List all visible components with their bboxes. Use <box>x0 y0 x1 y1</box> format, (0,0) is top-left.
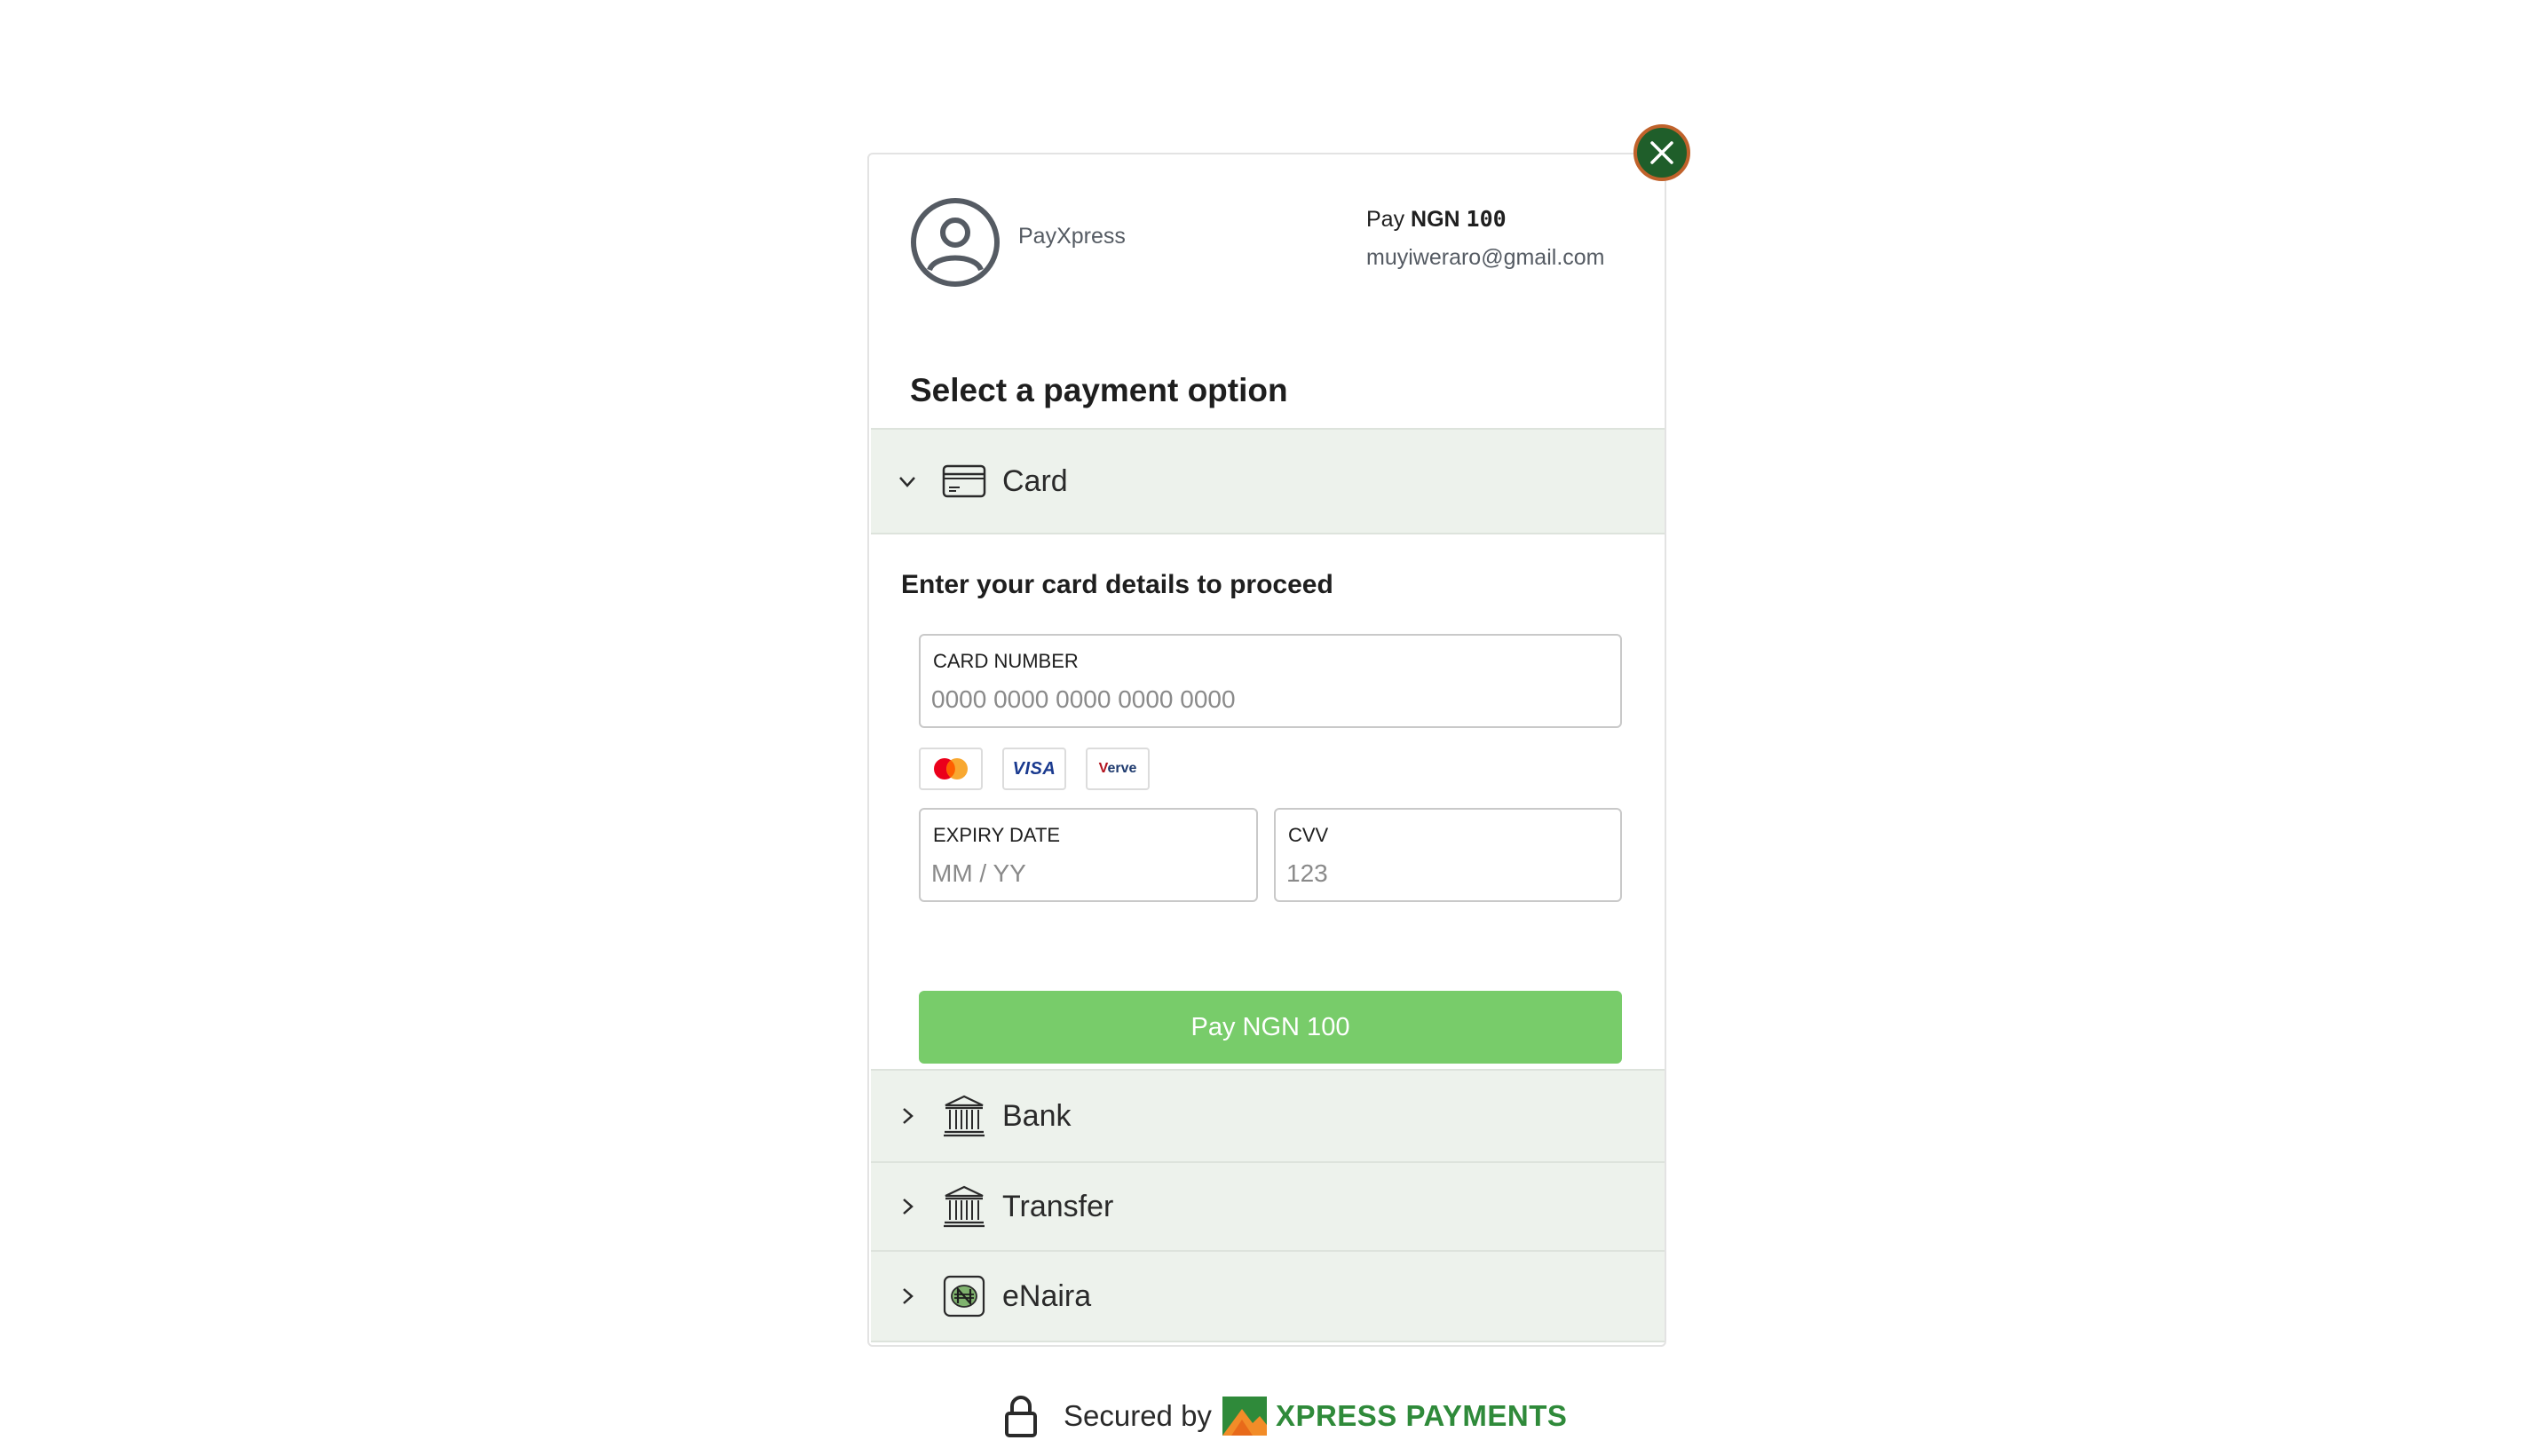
lock-icon <box>1005 1396 1037 1437</box>
card-number-label: CARD NUMBER <box>933 650 1079 672</box>
verve-v: V <box>1098 761 1108 776</box>
cvv-field[interactable]: CVV <box>1274 808 1622 902</box>
xpress-payments-brand: XPRESS PAYMENTS <box>1275 1399 1568 1432</box>
visa-text: VISA <box>1012 758 1056 779</box>
option-card-label: Card <box>1002 463 1068 498</box>
pay-amount: Pay NGN 100 <box>1366 206 1507 233</box>
option-enaira[interactable]: eNaira <box>871 1250 1665 1342</box>
chevron-right-icon <box>903 1108 914 1124</box>
cvv-label: CVV <box>1288 824 1329 846</box>
card-number-input[interactable] <box>931 685 1610 714</box>
expiry-date-input[interactable] <box>931 859 1246 888</box>
secured-by-footer: Secured by XPRESS PAYMENTS <box>1003 1389 1567 1443</box>
option-enaira-label: eNaira <box>1002 1278 1092 1313</box>
card-form: Enter your card details to proceed CARD … <box>871 534 1665 1069</box>
close-button[interactable] <box>1633 124 1690 181</box>
modal-header: PayXpress Pay NGN 100 muyiweraro@gmail.c… <box>869 154 1665 350</box>
mastercard-icon <box>934 758 968 779</box>
checkout-page: PayXpress Pay NGN 100 muyiweraro@gmail.c… <box>0 0 2539 1456</box>
pay-amount-value: 100 <box>1466 206 1507 232</box>
pay-button[interactable]: Pay NGN 100 <box>919 991 1622 1064</box>
expiry-date-label: EXPIRY DATE <box>933 824 1061 846</box>
pay-currency: NGN <box>1411 207 1467 232</box>
verve-logo: Verve <box>1086 748 1150 790</box>
chevron-right-icon <box>903 1199 914 1215</box>
verve-rest: erve <box>1107 761 1137 776</box>
visa-logo: VISA <box>1002 748 1066 790</box>
verve-text: Verve <box>1099 761 1137 777</box>
bank-icon <box>944 1185 985 1228</box>
option-card[interactable]: Card <box>871 428 1665 534</box>
xpress-payments-logo-icon <box>1222 1397 1267 1436</box>
option-bank[interactable]: Bank <box>871 1069 1665 1163</box>
card-number-field[interactable]: CARD NUMBER <box>919 634 1622 728</box>
chevron-down-icon <box>899 477 915 487</box>
mastercard-logo <box>919 748 983 790</box>
close-icon <box>1650 141 1673 164</box>
card-form-title: Enter your card details to proceed <box>901 570 1333 599</box>
cvv-input[interactable] <box>1286 859 1610 888</box>
merchant-avatar-icon <box>911 198 1000 287</box>
card-icon <box>942 464 986 498</box>
secured-by-text: Secured by <box>1064 1399 1212 1432</box>
page-title: Select a payment option <box>910 372 1288 408</box>
payment-modal: PayXpress Pay NGN 100 muyiweraro@gmail.c… <box>867 153 1666 1347</box>
pay-prefix: Pay <box>1366 207 1412 232</box>
enaira-icon <box>943 1275 985 1318</box>
expiry-date-field[interactable]: EXPIRY DATE <box>919 808 1258 902</box>
customer-email: muyiweraro@gmail.com <box>1366 245 1605 270</box>
bank-icon <box>944 1095 985 1137</box>
option-transfer[interactable]: Transfer <box>871 1161 1665 1252</box>
option-bank-label: Bank <box>1002 1098 1072 1133</box>
option-transfer-label: Transfer <box>1002 1189 1114 1223</box>
merchant-name: PayXpress <box>1018 224 1126 249</box>
chevron-right-icon <box>903 1288 914 1304</box>
